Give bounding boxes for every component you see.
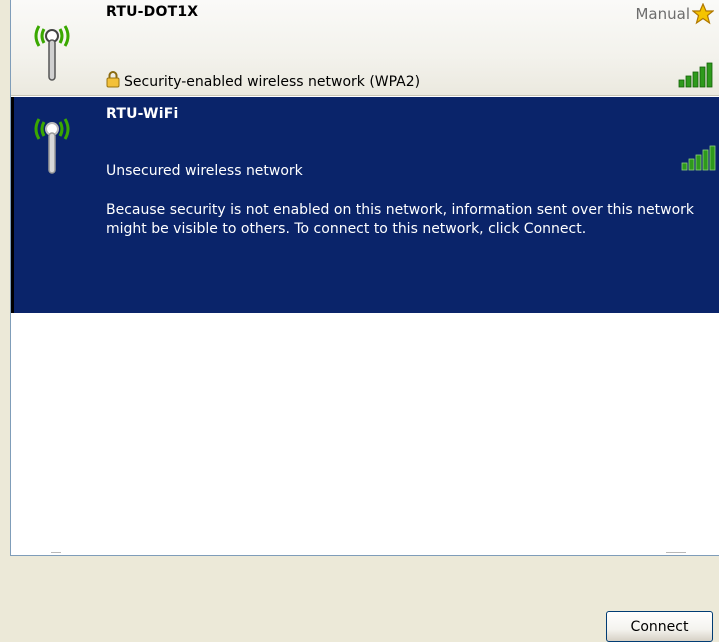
security-status: Unsecured wireless network (106, 163, 303, 179)
security-status: Security-enabled wireless network (WPA2) (124, 74, 421, 90)
list-bottom-mark (666, 552, 686, 553)
connect-button[interactable]: Connect (606, 611, 713, 642)
antenna-icon (34, 25, 70, 81)
network-item-rtu-wifi[interactable]: RTU-WiFi Unsecured wireless network Beca… (11, 97, 719, 313)
list-bottom-mark (51, 552, 61, 553)
antenna-icon (34, 118, 70, 174)
network-warning-text: Because security is not enabled on this … (106, 202, 695, 237)
signal-strength-icon (678, 62, 713, 88)
network-name: RTU-WiFi (106, 106, 179, 122)
network-name: RTU-DOT1X (106, 4, 199, 20)
network-list[interactable]: RTU-DOT1X Manual Security-enabled wirele… (10, 0, 719, 556)
connection-mode-label: Manual (635, 5, 690, 23)
network-item-rtu-dot1x[interactable]: RTU-DOT1X Manual Security-enabled wirele… (11, 0, 719, 96)
lock-icon (106, 71, 120, 88)
signal-strength-icon (681, 145, 716, 171)
star-icon (692, 3, 714, 25)
